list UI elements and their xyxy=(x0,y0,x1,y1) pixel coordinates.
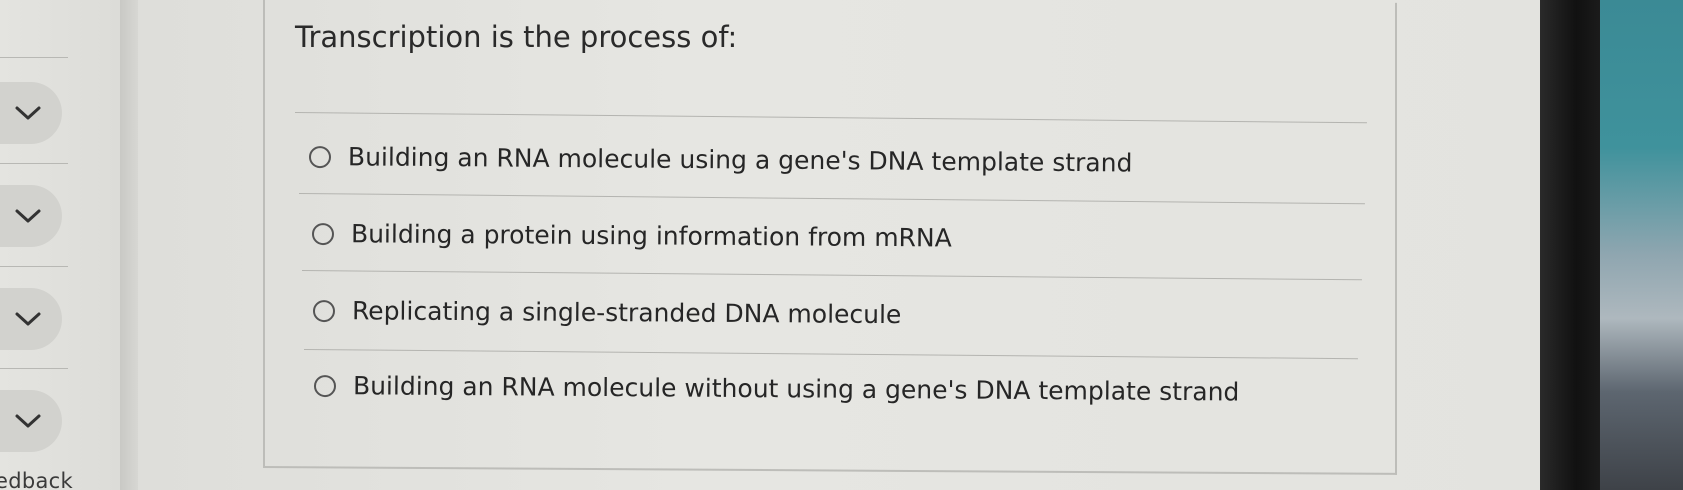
expand-question-button[interactable] xyxy=(0,390,62,452)
chevron-down-icon xyxy=(15,312,41,326)
radio-button[interactable] xyxy=(311,222,335,245)
expand-question-button[interactable] xyxy=(0,185,62,247)
radio-button[interactable] xyxy=(308,145,332,168)
answer-option-2[interactable]: Building a protein using information fro… xyxy=(311,219,952,253)
chevron-down-icon xyxy=(15,414,41,428)
nav-gutter xyxy=(120,0,138,490)
answer-option-label: Building a protein using information fro… xyxy=(350,219,952,253)
nav-divider xyxy=(0,57,68,58)
question-panel: Transcription is the process of: Buildin… xyxy=(138,0,1540,490)
answer-option-label: Building an RNA molecule without using a… xyxy=(352,371,1240,407)
expand-question-button[interactable] xyxy=(0,82,62,144)
nav-divider xyxy=(0,266,68,267)
chevron-down-icon xyxy=(15,209,41,223)
radio-button[interactable] xyxy=(312,299,336,322)
background-scene xyxy=(1600,0,1683,490)
question-nav: edback xyxy=(0,0,120,490)
question-prompt: Transcription is the process of: xyxy=(295,20,738,54)
radio-button[interactable] xyxy=(313,374,337,397)
monitor-bezel xyxy=(1540,0,1600,490)
answer-option-3[interactable]: Replicating a single-stranded DNA molecu… xyxy=(312,296,902,330)
feedback-link[interactable]: edback xyxy=(0,469,73,490)
answer-option-label: Replicating a single-stranded DNA molecu… xyxy=(351,296,902,330)
answer-option-label: Building an RNA molecule using a gene's … xyxy=(347,142,1133,178)
expand-question-button[interactable] xyxy=(0,288,62,350)
nav-divider xyxy=(0,368,68,369)
nav-divider xyxy=(0,163,68,164)
chevron-down-icon xyxy=(15,106,41,120)
